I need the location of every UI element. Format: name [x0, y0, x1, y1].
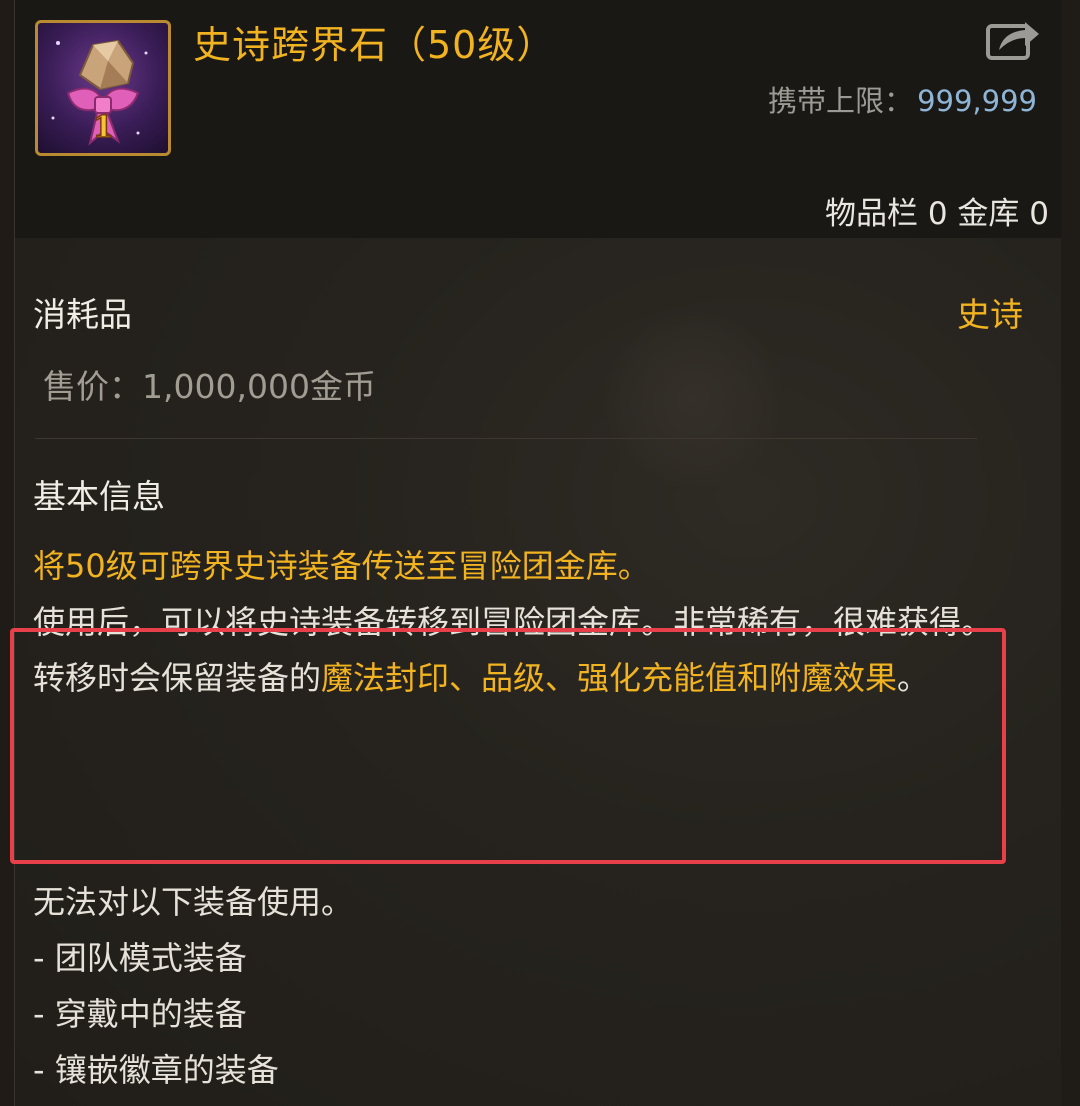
item-tooltip: 1 史诗跨界石（50级） 携带上限： 999,999 物品栏 0 金库 0 消耗品… [14, 0, 1061, 1106]
divider [35, 438, 977, 439]
tooltip-body: 消耗品 史诗 售价：1,000,000金币 基本信息 将50级可跨界史诗装备传送… [15, 238, 1061, 1106]
description-line-retention: 转移时会保留装备的魔法封印、品级、强化充能值和附魔效果。 [33, 650, 1033, 706]
carry-limit: 携带上限： 999,999 [768, 78, 1037, 120]
usage-restrictions: 无法对以下装备使用。 - 团队模式装备 - 穿戴中的装备 - 镶嵌徽章的装备 [33, 874, 1033, 1098]
carry-limit-label: 携带上限： [768, 84, 914, 118]
item-category: 消耗品 [33, 295, 132, 334]
epic-stone-gift-icon: 1 [51, 39, 148, 146]
share-button[interactable] [985, 14, 1043, 62]
description-line-usage: 使用后，可以将史诗装备转移到冒险团金库。非常稀有，很难获得。 [33, 603, 994, 641]
storage-count: 物品栏 0 金库 0 [824, 196, 1049, 232]
restriction-item: - 穿戴中的装备 [33, 995, 247, 1033]
description-line-summary: 将50级可跨界史诗装备传送至冒险团金库。 [33, 547, 650, 585]
retention-prefix: 转移时会保留装备的 [33, 659, 322, 697]
item-price: 售价：1,000,000金币 [43, 367, 376, 406]
item-title: 史诗跨界石（50级） [193, 23, 556, 67]
icon-badge: 1 [93, 110, 114, 145]
retention-suffix: 。 [897, 659, 930, 697]
carry-limit-value: 999,999 [917, 84, 1037, 118]
restriction-item: - 镶嵌徽章的装备 [33, 1051, 279, 1089]
item-icon[interactable]: 1 [35, 20, 171, 156]
background-emblem [603, 308, 783, 488]
section-title-basic-info: 基本信息 [33, 477, 165, 516]
restriction-item: - 团队模式装备 [33, 939, 247, 977]
tooltip-header: 1 史诗跨界石（50级） 携带上限： 999,999 物品栏 0 金库 0 [15, 0, 1061, 238]
share-icon [986, 22, 1039, 60]
item-rarity: 史诗 [957, 295, 1023, 334]
retention-highlight: 魔法封印、品级、强化充能值和附魔效果 [321, 659, 898, 697]
restrictions-title: 无法对以下装备使用。 [33, 883, 354, 921]
item-description: 将50级可跨界史诗装备传送至冒险团金库。 使用后，可以将史诗装备转移到冒险团金库… [33, 538, 1033, 706]
